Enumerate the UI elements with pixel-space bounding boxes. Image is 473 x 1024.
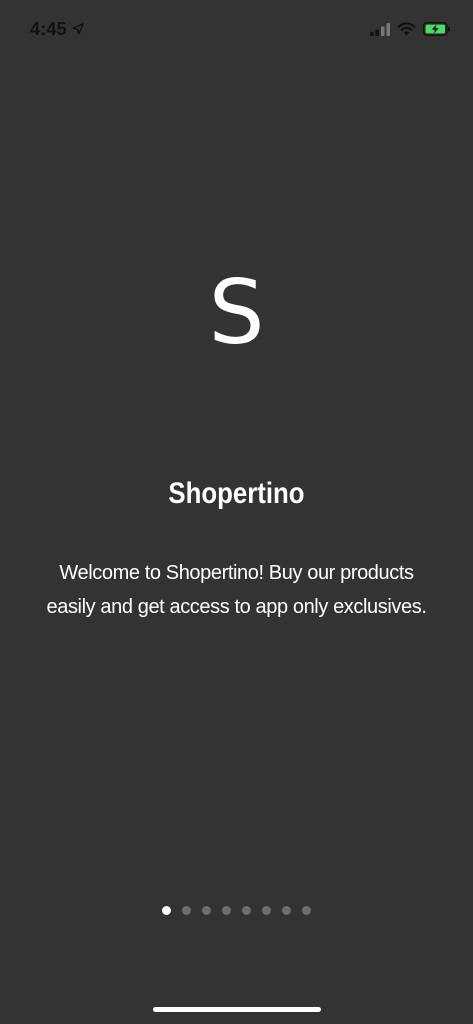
page-dot-4[interactable] (222, 906, 231, 915)
wifi-icon (397, 22, 416, 36)
page-dot-7[interactable] (282, 906, 291, 915)
app-logo: S (208, 261, 265, 364)
time-group: 4:45 (30, 17, 84, 41)
battery-charging-icon (423, 22, 450, 36)
page-dot-6[interactable] (262, 906, 271, 915)
onboarding-description: Welcome to Shopertino! Buy our products … (46, 562, 427, 618)
page-dot-8[interactable] (302, 906, 311, 915)
page-dot-2[interactable] (182, 906, 191, 915)
home-indicator[interactable] (153, 1007, 321, 1012)
status-indicators (370, 18, 451, 40)
page-dot-3[interactable] (202, 906, 211, 915)
status-bar: 4:45 (0, 0, 473, 56)
page-dot-1[interactable] (162, 906, 171, 915)
location-arrow-icon (72, 23, 84, 35)
page-dot-5[interactable] (242, 906, 251, 915)
cellular-signal-icon (370, 22, 390, 36)
onboarding-title: Shopertino (168, 477, 305, 510)
status-time: 4:45 (30, 18, 67, 39)
page-indicator[interactable] (0, 906, 473, 915)
